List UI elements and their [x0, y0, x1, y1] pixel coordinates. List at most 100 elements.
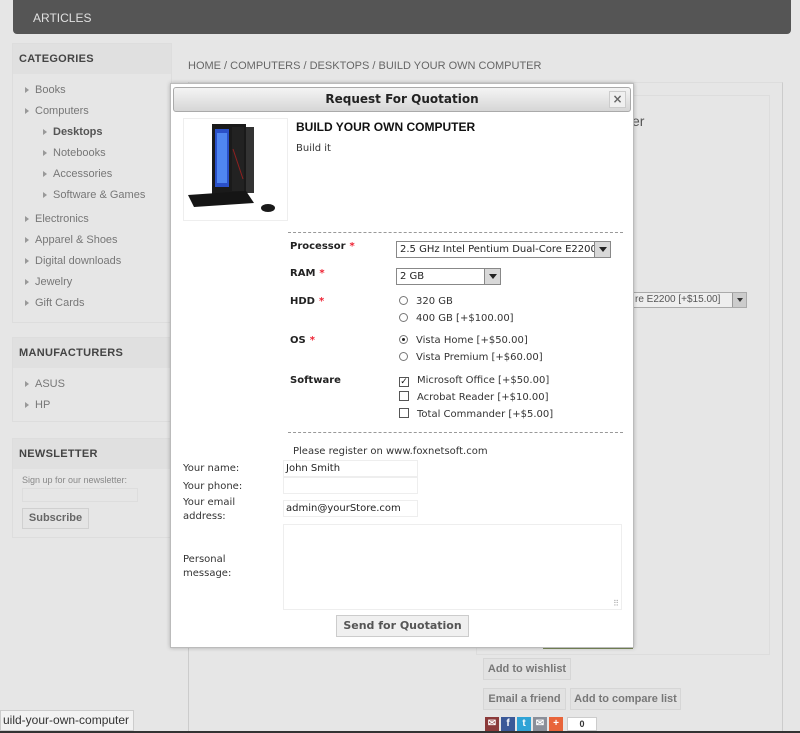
arrow-right-icon	[25, 87, 29, 94]
processor-select[interactable]: 2.5 GHz Intel Pentium Dual-Core E2200 [+…	[396, 241, 611, 258]
modal-header[interactable]: Request For Quotation ×	[173, 87, 631, 112]
email-a-friend-button[interactable]: Email a friend	[483, 688, 566, 710]
twitter-icon[interactable]: t	[517, 717, 531, 731]
software-option-total-commander[interactable]: Total Commander [+$5.00]	[399, 407, 553, 423]
arrow-right-icon	[43, 171, 47, 178]
category-item[interactable]: Gift Cards	[13, 293, 171, 314]
phone-label: Your phone:	[183, 481, 243, 492]
os-option-vista-premium[interactable]: Vista Premium [+$60.00]	[399, 350, 543, 366]
newsletter-email-input[interactable]	[22, 488, 138, 502]
manufacturer-item[interactable]: HP	[13, 395, 171, 416]
os-label: OS *	[290, 335, 315, 346]
categories-block: CATEGORIES Books Computers Desktops Note…	[12, 43, 172, 323]
arrow-right-icon	[25, 108, 29, 115]
add-to-compare-button[interactable]: Add to compare list	[570, 688, 681, 710]
hdd-option-320[interactable]: 320 GB	[399, 294, 453, 310]
checkbox[interactable]	[399, 408, 409, 418]
category-item[interactable]: Electronics	[13, 209, 171, 230]
category-item[interactable]: Software & Games	[13, 185, 171, 206]
name-input[interactable]: John Smith	[283, 460, 418, 477]
categories-title: CATEGORIES	[13, 44, 171, 74]
arrow-right-icon	[43, 129, 47, 136]
software-option-ms-office[interactable]: ✓ Microsoft Office [+$50.00]	[399, 373, 549, 389]
ram-label: RAM *	[290, 268, 325, 279]
modal-title: Request For Quotation	[325, 92, 479, 106]
gmail-icon[interactable]: ✉	[485, 717, 499, 731]
status-bar-url: uild-your-own-computer	[0, 710, 135, 731]
radio-button[interactable]	[399, 296, 408, 305]
ram-select[interactable]: 2 GB	[396, 268, 501, 285]
category-item[interactable]: Accessories	[13, 164, 171, 185]
category-item[interactable]: Apparel & Shoes	[13, 230, 171, 251]
arrow-right-icon	[25, 216, 29, 223]
chevron-down-icon	[732, 293, 746, 307]
required-mark: *	[349, 241, 355, 252]
divider	[288, 432, 623, 433]
chevron-down-icon	[484, 269, 500, 284]
software-option-acrobat[interactable]: Acrobat Reader [+$10.00]	[399, 390, 549, 406]
radio-button-selected[interactable]	[399, 335, 408, 344]
email-label: Your email address:	[183, 497, 236, 522]
newsletter-title: NEWSLETTER	[13, 439, 171, 469]
message-label: Personal message:	[183, 554, 232, 579]
nav-articles-link[interactable]: ARTICLES	[33, 11, 91, 25]
email-input[interactable]: admin@yourStore.com	[283, 500, 418, 517]
phone-input[interactable]	[283, 477, 418, 494]
software-label: Software	[290, 375, 341, 386]
product-image	[183, 118, 288, 221]
product-name: BUILD YOUR OWN COMPUTER	[296, 120, 476, 134]
category-item[interactable]: Computers	[13, 101, 171, 122]
addthis-plus-icon[interactable]: +	[549, 717, 563, 731]
manufacturers-block: MANUFACTURERS ASUS HP	[12, 337, 172, 422]
desktop-computer-icon	[188, 124, 275, 212]
manufacturer-item[interactable]: ASUS	[13, 374, 171, 395]
category-item[interactable]: Notebooks	[13, 143, 171, 164]
checkbox-checked[interactable]: ✓	[399, 377, 409, 387]
category-item[interactable]: Books	[13, 80, 171, 101]
categories-list: Books Computers Desktops Notebooks Acces…	[13, 74, 171, 322]
required-mark: *	[309, 335, 315, 346]
os-option-vista-home[interactable]: Vista Home [+$50.00]	[399, 333, 528, 349]
arrow-right-icon	[25, 381, 29, 388]
resize-grip-icon[interactable]: ⠿	[613, 600, 619, 608]
arrow-right-icon	[25, 237, 29, 244]
category-item-active[interactable]: Desktops	[13, 122, 171, 143]
hdd-option-400[interactable]: 400 GB [+$100.00]	[399, 311, 514, 327]
radio-button[interactable]	[399, 352, 408, 361]
arrow-right-icon	[25, 258, 29, 265]
manufacturers-list: ASUS HP	[13, 368, 171, 424]
background-processor-select[interactable]: re E2200 [+$15.00]	[632, 292, 747, 308]
top-nav-bar: ARTICLES	[13, 0, 791, 34]
close-icon[interactable]: ×	[609, 91, 626, 108]
add-to-wishlist-button[interactable]: Add to wishlist	[483, 658, 571, 680]
name-label: Your name:	[183, 463, 240, 474]
divider	[288, 232, 623, 233]
send-for-quotation-button[interactable]: Send for Quotation	[336, 615, 469, 637]
personal-message-textarea[interactable]: ⠿	[283, 524, 622, 610]
processor-label: Processor *	[290, 241, 355, 252]
category-item[interactable]: Digital downloads	[13, 251, 171, 272]
share-count: 0	[567, 717, 597, 731]
category-item[interactable]: Jewelry	[13, 272, 171, 293]
facebook-icon[interactable]: f	[501, 717, 515, 731]
hdd-label: HDD *	[290, 296, 325, 307]
register-note: Please register on www.foxnetsoft.com	[293, 446, 488, 457]
manufacturers-title: MANUFACTURERS	[13, 338, 171, 368]
request-quotation-modal: Request For Quotation × BUILD YOUR OWN C…	[170, 83, 634, 648]
product-short-description: Build it	[296, 143, 331, 154]
newsletter-text: Sign up for our newsletter:	[22, 475, 128, 485]
arrow-right-icon	[43, 150, 47, 157]
chevron-down-icon	[594, 242, 610, 257]
arrow-right-icon	[43, 192, 47, 199]
breadcrumb[interactable]: HOME / COMPUTERS / DESKTOPS / BUILD YOUR…	[188, 60, 541, 72]
email-icon[interactable]: ✉	[533, 717, 547, 731]
arrow-right-icon	[25, 279, 29, 286]
radio-button[interactable]	[399, 313, 408, 322]
required-mark: *	[318, 296, 325, 307]
checkbox[interactable]	[399, 391, 409, 401]
arrow-right-icon	[25, 402, 29, 409]
arrow-right-icon	[25, 300, 29, 307]
newsletter-block: NEWSLETTER Sign up for our newsletter: S…	[12, 438, 172, 538]
required-mark: *	[319, 268, 325, 279]
subscribe-button[interactable]: Subscribe	[22, 508, 89, 529]
